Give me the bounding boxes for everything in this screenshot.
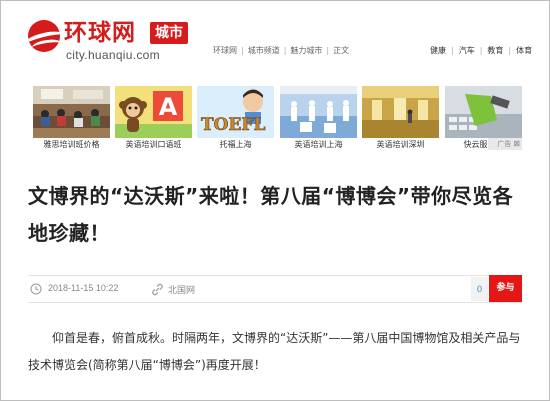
ad-item-english-shenzhen[interactable]: 英语培训深圳 [362,86,439,151]
channel-nav: 健康 | 汽车 | 教育 | 体育 [430,45,532,56]
ad-item-english-oral[interactable]: A 英语培训口语班 [115,86,192,151]
article-meta-bar: 2018-11-15 10:22 北国网 0 参与 [28,275,522,303]
breadcrumb-item-current: 正文 [333,46,350,55]
article-title: 文博界的“达沃斯”来啦！第八届“博博会”带你尽览各地珍藏！ [28,184,514,245]
channel-link-health[interactable]: 健康 [430,45,446,56]
ad-item-english-shanghai[interactable]: 英语培训上海 [280,86,357,151]
site-logo[interactable]: 环球网 城市 city.huanqiu.com [28,18,208,68]
channel-separator: | [479,46,483,55]
ad-caption: 英语培训上海 [294,140,343,149]
toefl-cartoon-image: TOEFL [197,86,274,138]
channel-separator: | [451,46,454,55]
ad-caption: 雅思培训班价格 [43,140,100,149]
ad-label-text: 广告 [497,140,512,148]
publish-date: 2018-11-15 10:22 [48,283,119,293]
breadcrumb-item-home[interactable]: 环球网 [213,45,237,56]
ad-strip: 雅思培训班价格 A 英语培训口语班 TOEFL 托福上海 英语培训上海 英语培训… [33,86,523,151]
ad-item-ielts-classroom[interactable]: 雅思培训班价格 [33,86,110,151]
ad-caption: 托福上海 [219,140,252,149]
channel-separator: | [508,46,512,55]
breadcrumb-item-charm-city[interactable]: 魅力城市 [290,45,322,56]
svg-text:A: A [159,93,178,121]
breadcrumb-separator: | [326,46,330,55]
usb-keyboard-image [445,86,522,138]
logo-domain: city.huanqiu.com [66,48,160,62]
toefl-image-text: TOEFL [201,115,265,135]
globe-logo-icon [28,20,60,52]
martial-arts-class-image [280,86,357,138]
lobby-image [362,86,439,138]
classroom-image [33,86,110,138]
channel-link-sports[interactable]: 体育 [516,45,532,56]
breadcrumb-item-city-channel[interactable]: 城市频道 [248,45,280,56]
clock-icon [30,283,42,295]
comment-count[interactable]: 0 [471,277,488,301]
close-icon[interactable]: ⊠ [513,138,520,150]
monkey-alphabet-image: A [115,86,192,138]
article-source[interactable]: 北国网 [168,283,195,296]
join-discussion-button[interactable]: 参与 [489,275,522,302]
ad-label[interactable]: 广告 ⊠ [488,138,522,150]
ad-caption: 英语培训口语班 [125,140,182,149]
link-icon [152,283,163,296]
ad-item-toefl-shanghai[interactable]: TOEFL 托福上海 [197,86,274,151]
ad-caption: 英语培训深圳 [376,140,425,149]
breadcrumb: 环球网 | 城市频道 | 魅力城市 | 正文 [213,45,349,56]
article-paragraph: 仰首是春，俯首成秋。时隔两年，文博界的“达沃斯”——第八届中国博物馆及相关产品与… [28,331,521,372]
page-frame: 环球网 城市 city.huanqiu.com 环球网 | 城市频道 | 魅力城… [0,0,550,401]
logo-name: 环球网 [64,20,136,46]
breadcrumb-separator: | [241,46,244,55]
channel-link-auto[interactable]: 汽车 [459,45,475,56]
channel-link-education[interactable]: 教育 [487,45,503,56]
logo-badge: 城市 [150,22,188,44]
ad-item-cloud-server[interactable]: 快云服务器 广告 ⊠ [445,86,522,151]
breadcrumb-separator: | [283,46,287,55]
